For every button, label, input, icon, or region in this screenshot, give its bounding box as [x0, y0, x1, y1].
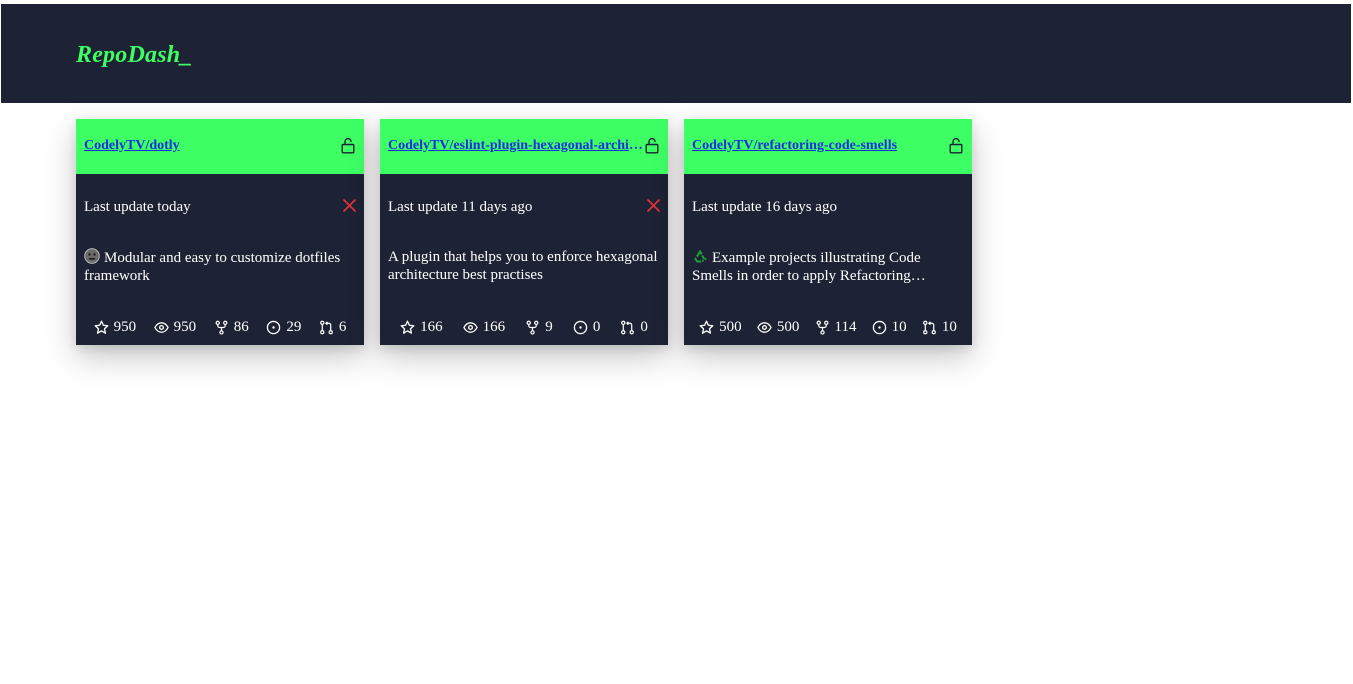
issue-icon: [573, 320, 588, 334]
last-update-text: Last update 16 days ago: [692, 199, 837, 215]
app-logo: RepoDash_: [76, 42, 193, 68]
repo-description: Example projects illustrating Code Smell…: [692, 248, 962, 285]
watchers-count: 500: [776, 319, 800, 335]
forks-count: 114: [834, 319, 857, 335]
repo-description: Modular and easy to customize dotfiles f…: [84, 248, 354, 285]
forks-stat: 114: [815, 318, 857, 336]
issues-count: 10: [891, 319, 907, 335]
repo-card: CodelyTV/dotly Last update today Modular…: [76, 119, 364, 345]
x-icon: [647, 199, 660, 212]
pull-request-icon: [922, 320, 936, 334]
repo-stats: 166 166 9 0 0: [380, 318, 668, 336]
star-icon: [400, 320, 415, 334]
repo-card-header: CodelyTV/refactoring-code-smells: [684, 119, 972, 174]
repo-card-header: CodelyTV/dotly: [76, 119, 364, 174]
last-update-text: Last update today: [84, 199, 191, 215]
recycle-icon: [694, 249, 707, 263]
eye-icon: [757, 321, 772, 333]
watchers-count: 166: [482, 319, 506, 335]
stars-stat: 950: [94, 318, 137, 336]
issues-stat: 0: [573, 318, 601, 336]
pull-requests-stat: 6: [319, 318, 347, 336]
fork-icon: [816, 320, 828, 335]
repo-card-body: Last update 16 days ago Example projects…: [684, 174, 972, 345]
pull-requests-count: 6: [338, 319, 347, 335]
forks-count: 9: [545, 319, 553, 335]
pull-request-icon: [319, 320, 333, 334]
fork-icon: [526, 320, 539, 335]
lock-open-icon: [341, 137, 355, 154]
lock-open-icon: [645, 137, 659, 154]
issue-icon: [872, 320, 886, 334]
issues-stat: 29: [266, 318, 301, 336]
repo-name-link[interactable]: CodelyTV/dotly: [84, 137, 339, 154]
stars-count: 166: [420, 319, 443, 335]
lock-open-icon: [949, 137, 963, 154]
forks-stat: 86: [214, 318, 249, 336]
fork-icon: [215, 320, 228, 335]
pull-requests-stat: 10: [922, 318, 957, 336]
issues-count: 29: [286, 319, 302, 335]
app-header: RepoDash_: [1, 4, 1351, 103]
stars-count: 500: [719, 319, 742, 335]
repo-description-text: Example projects illustrating Code Smell…: [692, 250, 921, 284]
star-icon: [699, 320, 714, 334]
repo-name-link[interactable]: CodelyTV/refactoring-code-smells: [692, 137, 947, 154]
stars-count: 950: [113, 319, 137, 335]
repo-description-text: Modular and easy to customize dotfiles f…: [84, 250, 341, 284]
star-icon: [94, 320, 109, 334]
repo-card-header: CodelyTV/eslint-plugin-hexagonal-archite…: [380, 119, 668, 174]
pull-requests-stat: 0: [620, 318, 648, 336]
repo-name-link[interactable]: CodelyTV/eslint-plugin-hexagonal-archite…: [388, 137, 643, 154]
pull-requests-count: 0: [640, 319, 648, 335]
issues-stat: 10: [872, 318, 907, 336]
watchers-stat: 950: [153, 318, 197, 336]
repo-card-list: CodelyTV/dotly Last update today Modular…: [76, 119, 972, 345]
issue-icon: [267, 320, 281, 334]
repo-stats: 950 950 86 29 6: [76, 318, 364, 336]
watchers-count: 950: [173, 319, 197, 335]
pull-request-icon: [621, 320, 635, 334]
repo-description: A plugin that helps you to enforce hexag…: [388, 248, 658, 284]
eye-icon: [462, 321, 478, 333]
repo-card-body: Last update today Modular and easy to cu…: [76, 174, 364, 345]
last-update-text: Last update 11 days ago: [388, 199, 533, 215]
watchers-stat: 166: [462, 318, 506, 336]
repo-stats: 500 500 114 10 10: [684, 318, 972, 336]
forks-stat: 9: [525, 318, 553, 336]
eye-icon: [153, 321, 169, 333]
x-icon: [343, 199, 356, 212]
watchers-stat: 500: [757, 318, 800, 336]
forks-count: 86: [233, 319, 249, 335]
issues-count: 0: [592, 319, 601, 335]
stars-stat: 500: [699, 318, 742, 336]
stars-stat: 166: [400, 318, 443, 336]
repo-card-body: Last update 11 days ago A plugin that he…: [380, 174, 668, 345]
repo-card: CodelyTV/eslint-plugin-hexagonal-archite…: [380, 119, 668, 345]
pull-requests-count: 10: [941, 319, 957, 335]
repo-card: CodelyTV/refactoring-code-smells Last up…: [684, 119, 972, 345]
robot-face-icon: [84, 248, 100, 264]
repo-description-text: A plugin that helps you to enforce hexag…: [388, 249, 658, 283]
